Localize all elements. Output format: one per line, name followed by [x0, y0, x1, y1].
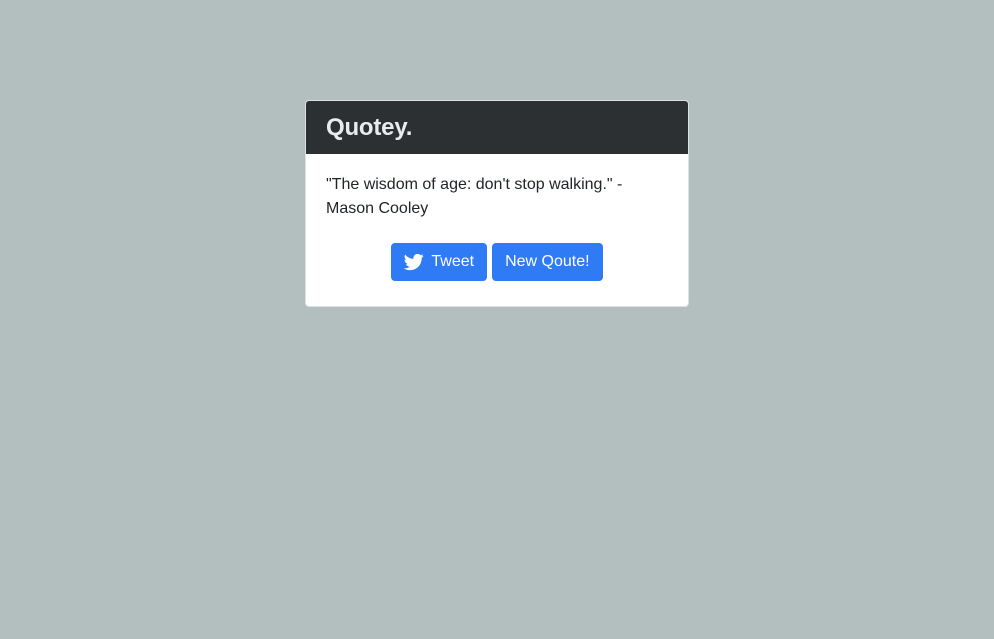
card-body: "The wisdom of age: don't stop walking."… [306, 154, 688, 281]
tweet-button[interactable]: Tweet [391, 243, 488, 281]
twitter-icon [404, 252, 425, 272]
new-quote-button[interactable]: New Qoute! [492, 243, 603, 281]
tweet-label: Tweet [431, 253, 475, 270]
new-quote-label: New Qoute! [505, 253, 590, 270]
app-title: Quotey. [326, 114, 413, 141]
quote-actions: Tweet New Qoute! [326, 243, 668, 281]
quote-card: Quotey. "The wisdom of age: don't stop w… [305, 100, 689, 307]
quote-text: "The wisdom of age: don't stop walking."… [326, 176, 623, 217]
card-header: Quotey. [306, 101, 688, 154]
